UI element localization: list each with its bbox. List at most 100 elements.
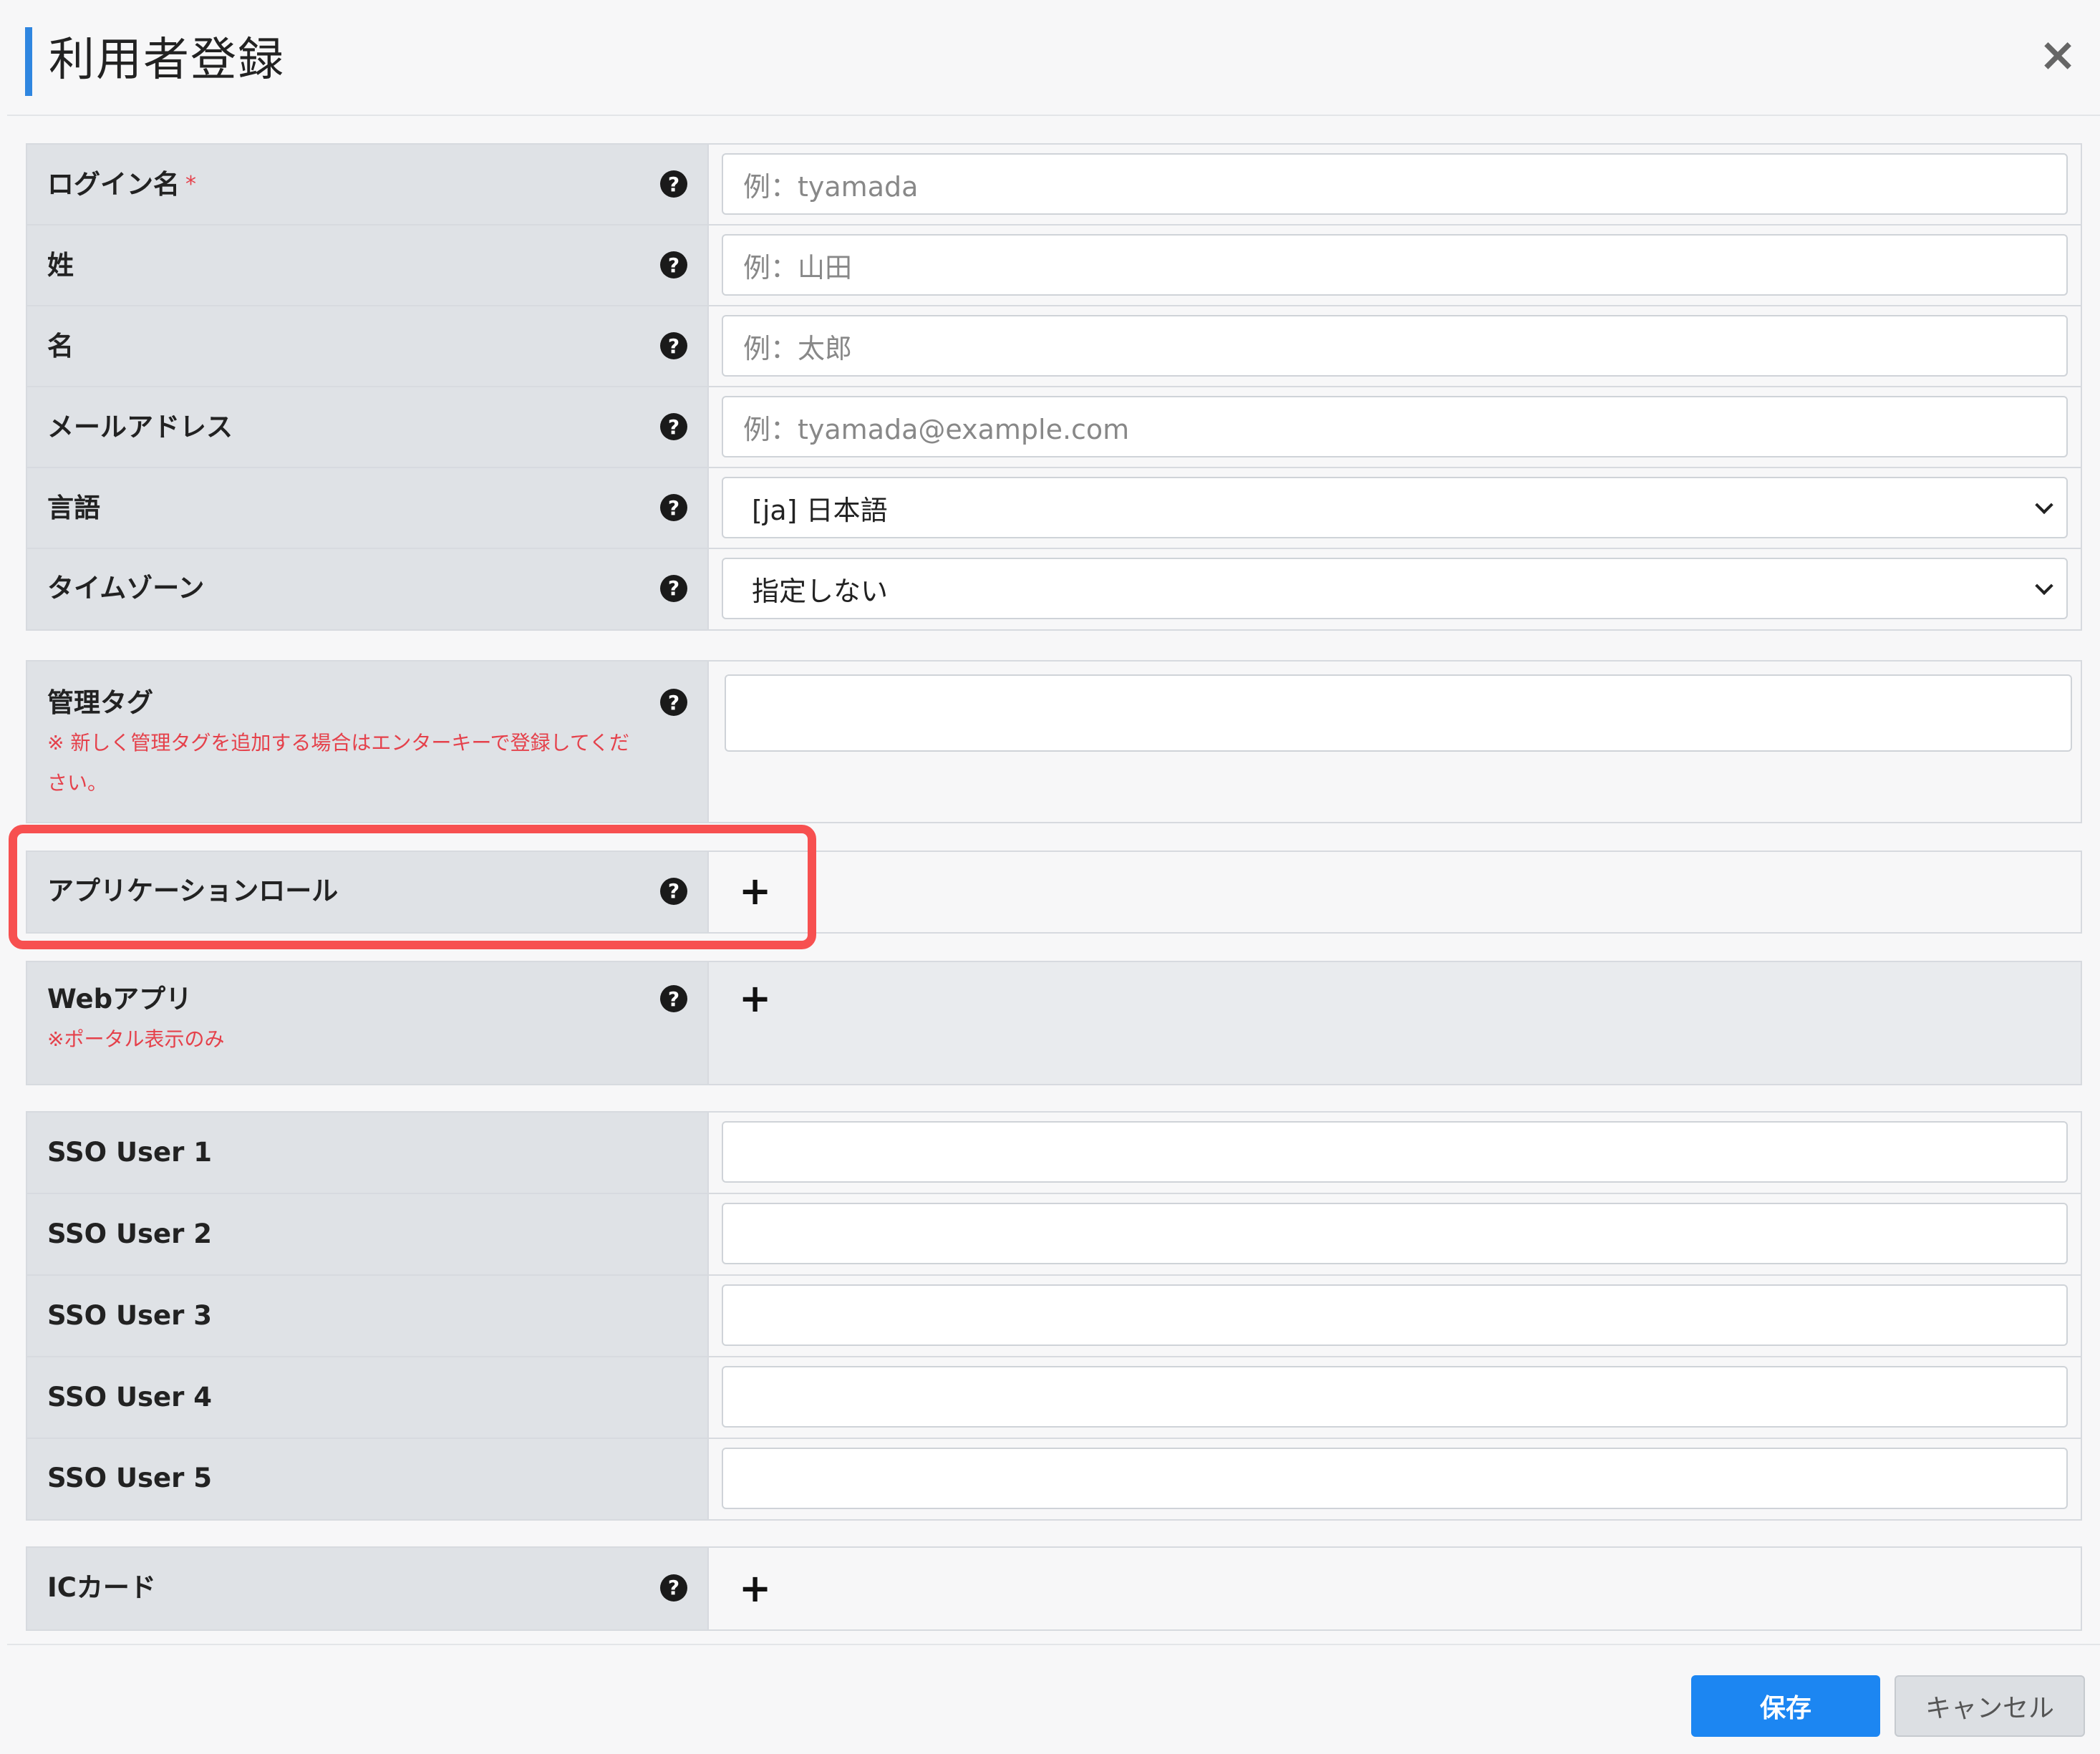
email-label: メールアドレス ? bbox=[27, 387, 709, 467]
sso-user-4-label-text: SSO User 4 bbox=[47, 1382, 213, 1413]
last-name-label-text: 姓 bbox=[47, 250, 74, 281]
sso-user-2-input[interactable] bbox=[722, 1203, 2068, 1264]
ic-card-cell: + bbox=[709, 1548, 2081, 1629]
sso-user-3-cell bbox=[709, 1276, 2081, 1356]
row-sso-user-2: SSO User 2 bbox=[27, 1194, 2081, 1276]
row-timezone: タイムゾーン ? 指定しない bbox=[27, 549, 2081, 629]
ic-card-group: ICカード ? + bbox=[26, 1546, 2082, 1631]
admin-tag-note-cont: さい。 bbox=[47, 771, 108, 795]
row-sso-user-1: SSO User 1 bbox=[27, 1113, 2081, 1194]
help-icon[interactable]: ? bbox=[660, 878, 687, 905]
last-name-cell: 例：山田 bbox=[709, 226, 2081, 305]
close-icon[interactable]: × bbox=[2033, 29, 2083, 82]
web-app-note: ※ポータル表示のみ bbox=[47, 1027, 225, 1051]
help-icon[interactable]: ? bbox=[660, 689, 687, 716]
login-name-cell: 例：tyamada bbox=[709, 145, 2081, 224]
dialog-title: 利用者登録 bbox=[49, 34, 285, 87]
last-name-input[interactable]: 例：山田 bbox=[722, 234, 2068, 296]
email-input[interactable]: 例：tyamada@example.com bbox=[722, 396, 2068, 457]
sso-user-1-input[interactable] bbox=[722, 1121, 2068, 1183]
row-email: メールアドレス ? 例：tyamada@example.com bbox=[27, 387, 2081, 468]
timezone-label: タイムゾーン ? bbox=[27, 549, 709, 629]
app-role-group: アプリケーションロール ? + bbox=[26, 851, 2082, 934]
admin-tag-input[interactable] bbox=[725, 674, 2072, 752]
timezone-label-text: タイムゾーン bbox=[47, 573, 205, 604]
help-icon[interactable]: ? bbox=[660, 494, 687, 521]
user-registration-dialog: 利用者登録 × ログイン名 * ? 例：tyamada 姓 ? 例：山田 名 ?… bbox=[7, 0, 2100, 1754]
help-icon[interactable]: ? bbox=[660, 251, 687, 278]
app-role-label-text: アプリケーションロール bbox=[47, 876, 339, 906]
help-icon[interactable]: ? bbox=[660, 332, 687, 359]
timezone-selected-value: 指定しない bbox=[752, 575, 889, 607]
language-selected-value: [ja] 日本語 bbox=[752, 494, 888, 526]
help-icon[interactable]: ? bbox=[660, 1574, 687, 1602]
row-app-role: アプリケーションロール ? + bbox=[27, 852, 2081, 932]
basic-info-group: ログイン名 * ? 例：tyamada 姓 ? 例：山田 名 ? 例：太郎 メー… bbox=[26, 143, 2082, 631]
row-ic-card: ICカード ? + bbox=[27, 1548, 2081, 1629]
row-sso-user-4: SSO User 4 bbox=[27, 1357, 2081, 1439]
cancel-button[interactable]: キャンセル bbox=[1895, 1675, 2085, 1737]
sso-user-5-label: SSO User 5 bbox=[27, 1439, 709, 1519]
row-web-app: Webアプリ ※ポータル表示のみ ? + bbox=[27, 962, 2081, 1084]
web-app-label-text: Webアプリ bbox=[47, 984, 193, 1014]
sso-user-3-label-text: SSO User 3 bbox=[47, 1300, 213, 1331]
dialog-footer: 保存 キャンセル bbox=[7, 1644, 2100, 1754]
admin-tag-cell bbox=[709, 662, 2081, 822]
dialog-header: 利用者登録 × bbox=[7, 0, 2100, 116]
app-role-label: アプリケーションロール ? bbox=[27, 852, 709, 932]
ic-card-label-text: ICカード bbox=[47, 1572, 156, 1603]
sso-user-2-label: SSO User 2 bbox=[27, 1194, 709, 1274]
admin-tag-label-text: 管理タグ bbox=[47, 687, 153, 718]
title-accent-bar bbox=[25, 27, 32, 96]
admin-tag-note: ※ 新しく管理タグを追加する場合はエンターキーで登録してくだ bbox=[47, 731, 630, 755]
sso-user-2-cell bbox=[709, 1194, 2081, 1274]
sso-user-4-cell bbox=[709, 1357, 2081, 1438]
sso-user-3-input[interactable] bbox=[722, 1284, 2068, 1346]
web-app-cell: + bbox=[709, 962, 2081, 1084]
row-sso-user-5: SSO User 5 bbox=[27, 1439, 2081, 1519]
email-cell: 例：tyamada@example.com bbox=[709, 387, 2081, 467]
email-label-text: メールアドレス bbox=[47, 412, 233, 442]
sso-user-5-cell bbox=[709, 1439, 2081, 1519]
row-login-name: ログイン名 * ? 例：tyamada bbox=[27, 145, 2081, 226]
login-name-input[interactable]: 例：tyamada bbox=[722, 153, 2068, 215]
last-name-label: 姓 ? bbox=[27, 226, 709, 305]
sso-user-2-label-text: SSO User 2 bbox=[47, 1218, 213, 1249]
language-label: 言語 ? bbox=[27, 468, 709, 548]
admin-tag-label: 管理タグ ※ 新しく管理タグを追加する場合はエンターキーで登録してくだ さい。 … bbox=[27, 662, 709, 822]
first-name-label-text: 名 bbox=[47, 331, 74, 362]
help-icon[interactable]: ? bbox=[660, 170, 687, 198]
help-icon[interactable]: ? bbox=[660, 985, 687, 1012]
ic-card-label: ICカード ? bbox=[27, 1548, 709, 1629]
language-cell: [ja] 日本語 bbox=[709, 468, 2081, 548]
sso-user-5-input[interactable] bbox=[722, 1448, 2068, 1509]
sso-user-3-label: SSO User 3 bbox=[27, 1276, 709, 1356]
add-app-role-button[interactable]: + bbox=[739, 872, 771, 911]
add-web-app-button[interactable]: + bbox=[739, 979, 771, 1018]
sso-user-4-input[interactable] bbox=[722, 1366, 2068, 1428]
row-first-name: 名 ? 例：太郎 bbox=[27, 306, 2081, 387]
first-name-input[interactable]: 例：太郎 bbox=[722, 315, 2068, 377]
language-label-text: 言語 bbox=[47, 493, 100, 523]
sso-user-1-label: SSO User 1 bbox=[27, 1113, 709, 1193]
timezone-cell: 指定しない bbox=[709, 549, 2081, 629]
help-icon[interactable]: ? bbox=[660, 413, 687, 440]
admin-tag-group: 管理タグ ※ 新しく管理タグを追加する場合はエンターキーで登録してくだ さい。 … bbox=[26, 660, 2082, 823]
login-name-label-text: ログイン名 bbox=[47, 169, 180, 200]
sso-user-1-label-text: SSO User 1 bbox=[47, 1137, 213, 1168]
save-button[interactable]: 保存 bbox=[1691, 1675, 1880, 1737]
sso-user-1-cell bbox=[709, 1113, 2081, 1193]
app-role-cell: + bbox=[709, 852, 2081, 932]
sso-user-5-label-text: SSO User 5 bbox=[47, 1463, 213, 1493]
sso-user-group: SSO User 1 SSO User 2 SSO User 3 SSO Use… bbox=[26, 1111, 2082, 1521]
row-language: 言語 ? [ja] 日本語 bbox=[27, 468, 2081, 549]
help-icon[interactable]: ? bbox=[660, 575, 687, 602]
add-ic-card-button[interactable]: + bbox=[739, 1569, 771, 1608]
timezone-select[interactable]: 指定しない bbox=[722, 558, 2068, 619]
first-name-label: 名 ? bbox=[27, 306, 709, 386]
first-name-cell: 例：太郎 bbox=[709, 306, 2081, 386]
language-select[interactable]: [ja] 日本語 bbox=[722, 477, 2068, 538]
row-last-name: 姓 ? 例：山田 bbox=[27, 226, 2081, 306]
web-app-label: Webアプリ ※ポータル表示のみ ? bbox=[27, 962, 709, 1084]
row-admin-tag: 管理タグ ※ 新しく管理タグを追加する場合はエンターキーで登録してくだ さい。 … bbox=[27, 662, 2081, 822]
